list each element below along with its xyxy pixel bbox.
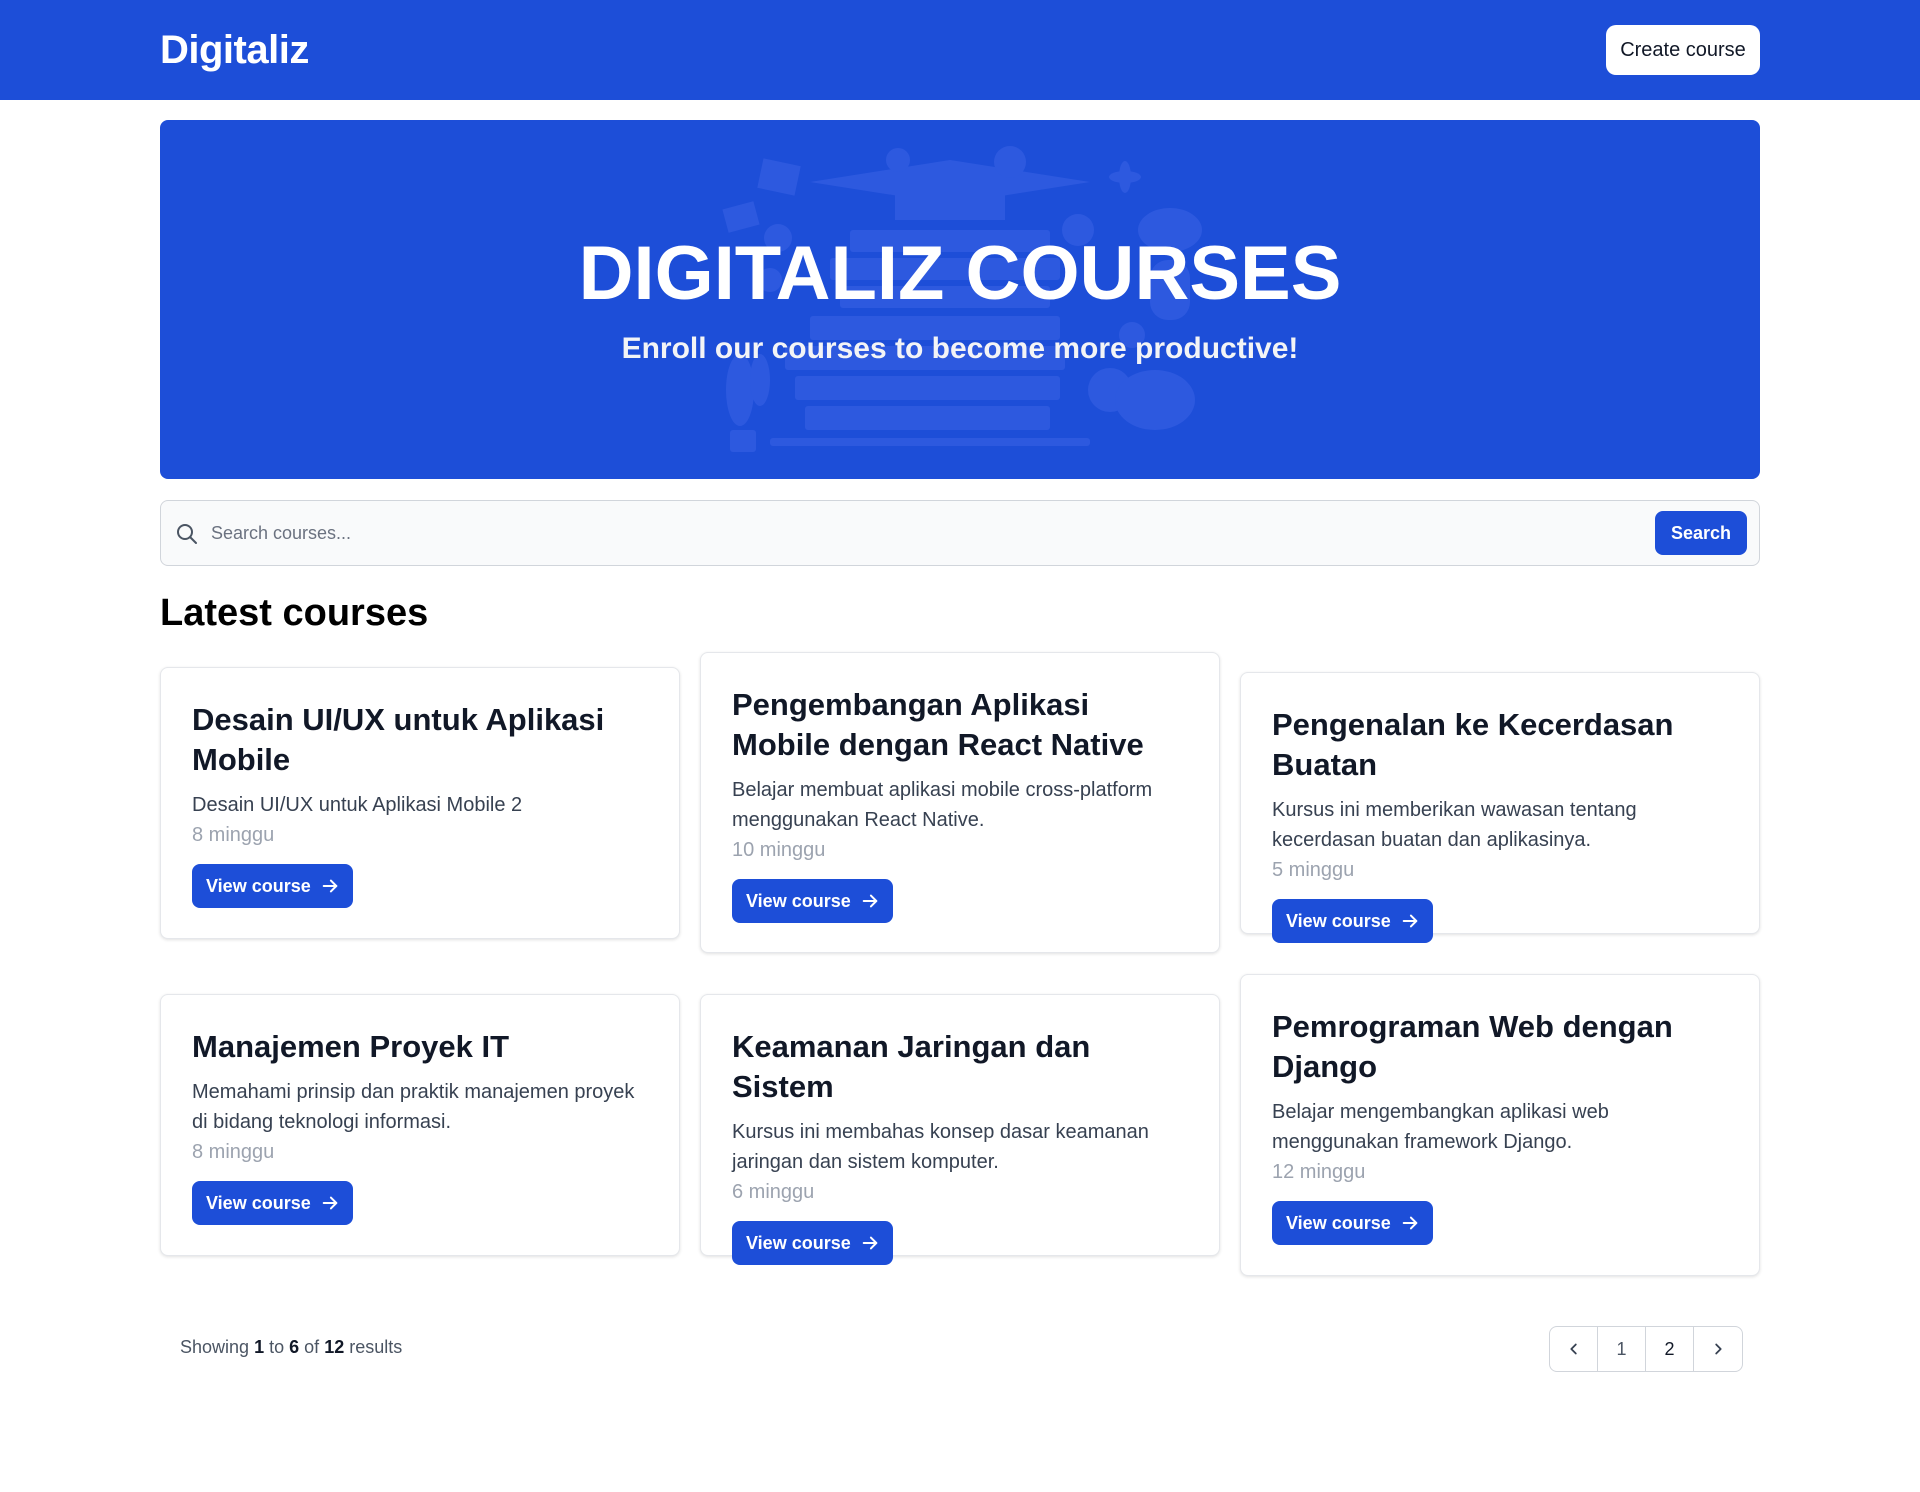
course-description: Desain UI/UX untuk Aplikasi Mobile 2	[192, 794, 523, 816]
course-description: Belajar mengembangkan aplikasi web mengg…	[1272, 1101, 1609, 1153]
results-prefix: Showing	[180, 1337, 250, 1357]
arrow-right-icon	[862, 894, 878, 908]
view-course-button[interactable]: View course	[1272, 899, 1433, 943]
hero-title: DIGITALIZ COURSES	[578, 231, 1342, 316]
course-duration: 8 minggu	[192, 1141, 275, 1163]
results-summary: Showing 1 to 6 of 12 results	[180, 1337, 402, 1358]
view-course-label: View course	[746, 1232, 851, 1253]
arrow-right-icon	[862, 1236, 878, 1250]
search-button[interactable]: Search	[1655, 511, 1747, 555]
arrow-right-icon	[322, 1196, 338, 1210]
chevron-left-icon	[1569, 1343, 1577, 1355]
course-card: Desain UI/UX untuk Aplikasi Mobile Desai…	[160, 667, 680, 939]
course-card: Pengembangan Aplikasi Mobile dengan Reac…	[700, 652, 1220, 953]
search-bar: Search	[160, 500, 1760, 566]
view-course-button[interactable]: View course	[1272, 1201, 1433, 1245]
course-card: Pemrograman Web dengan Django Belajar me…	[1240, 974, 1760, 1276]
arrow-right-icon	[1402, 1216, 1418, 1230]
results-total: 12	[324, 1337, 345, 1357]
course-duration: 12 minggu	[1272, 1161, 1366, 1183]
course-title: Pemrograman Web dengan Django	[1272, 1009, 1673, 1084]
create-course-button[interactable]: Create course	[1606, 25, 1760, 75]
course-title: Pengenalan ke Kecerdasan Buatan	[1272, 707, 1674, 782]
view-course-label: View course	[1286, 910, 1391, 931]
course-card: Keamanan Jaringan dan Sistem Kursus ini …	[700, 994, 1220, 1265]
view-course-button[interactable]: View course	[192, 864, 353, 908]
course-description: Kursus ini membahas konsep dasar keamana…	[732, 1121, 1149, 1173]
search-input[interactable]	[211, 511, 1561, 555]
results-of-word: of	[304, 1337, 320, 1357]
course-title: Keamanan Jaringan dan Sistem	[732, 1029, 1091, 1104]
view-course-button[interactable]: View course	[732, 1221, 893, 1265]
course-description: Kursus ini memberikan wawasan tentang ke…	[1272, 799, 1637, 851]
view-course-button[interactable]: View course	[192, 1181, 353, 1225]
course-duration: 10 minggu	[732, 839, 826, 861]
course-duration: 5 minggu	[1272, 859, 1355, 881]
pagination: 1 2	[1549, 1326, 1743, 1372]
pagination-page-2[interactable]: 2	[1646, 1327, 1694, 1371]
view-course-label: View course	[206, 1192, 311, 1213]
view-course-button[interactable]: View course	[732, 879, 893, 923]
section-title: Latest courses	[160, 592, 429, 634]
pagination-next[interactable]	[1694, 1327, 1742, 1371]
hero-banner: DIGITALIZ COURSES Enroll our courses to …	[160, 120, 1760, 479]
course-description: Belajar membuat aplikasi mobile cross-pl…	[732, 779, 1153, 831]
arrow-right-icon	[1402, 914, 1418, 928]
brand-logo[interactable]: Digitaliz	[160, 28, 309, 73]
results-to: 6	[289, 1337, 300, 1357]
chevron-right-icon	[1715, 1343, 1722, 1355]
results-from: 1	[254, 1337, 265, 1357]
course-title: Pengembangan Aplikasi Mobile dengan Reac…	[732, 687, 1144, 762]
pagination-prev[interactable]	[1550, 1327, 1598, 1371]
view-course-label: View course	[746, 890, 851, 911]
course-card: Pengenalan ke Kecerdasan Buatan Kursus i…	[1240, 672, 1760, 943]
course-duration: 6 minggu	[732, 1181, 815, 1203]
view-course-label: View course	[1286, 1212, 1391, 1233]
course-duration: 8 minggu	[192, 824, 275, 846]
view-course-label: View course	[206, 875, 311, 896]
course-card: Manajemen Proyek IT Memahami prinsip dan…	[160, 994, 680, 1256]
course-description: Memahami prinsip dan praktik manajemen p…	[192, 1081, 635, 1133]
search-icon	[177, 524, 197, 544]
course-title: Manajemen Proyek IT	[192, 1029, 510, 1064]
results-word: results	[349, 1337, 403, 1357]
results-to-word: to	[269, 1337, 285, 1357]
arrow-right-icon	[322, 879, 338, 893]
hero-subtitle: Enroll our courses to become more produc…	[621, 332, 1299, 365]
course-title: Desain UI/UX untuk Aplikasi Mobile	[192, 702, 605, 777]
pagination-page-1[interactable]: 1	[1598, 1327, 1646, 1371]
navbar: Digitaliz Create course	[0, 0, 1920, 100]
